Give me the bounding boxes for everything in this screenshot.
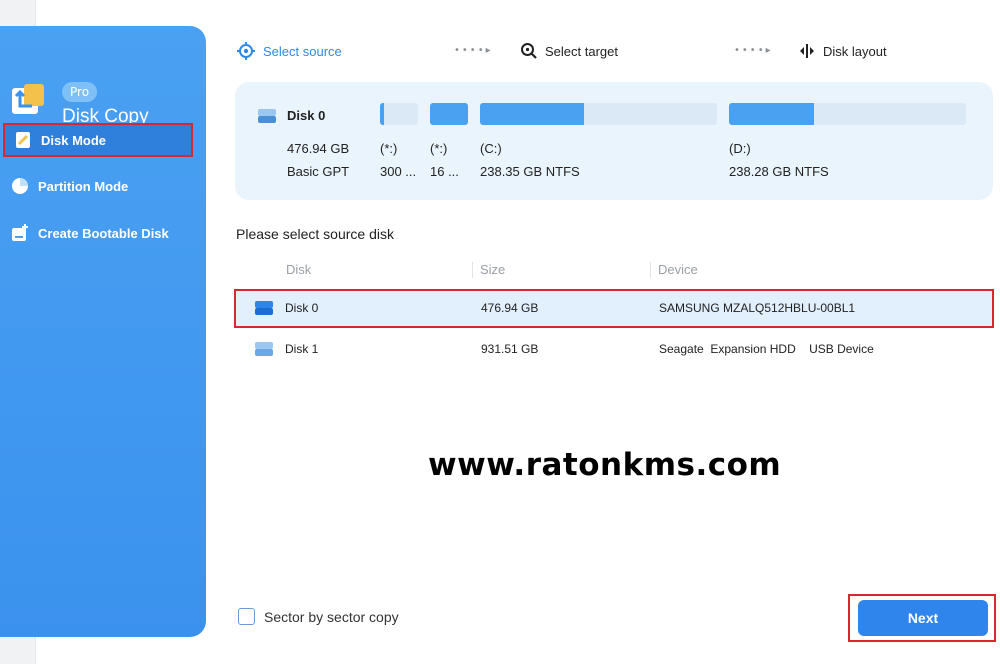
disk-mode-icon (16, 132, 30, 148)
step-select-target[interactable]: Select target (520, 36, 618, 66)
column-divider[interactable] (472, 262, 473, 278)
step-label: Select target (545, 43, 618, 59)
sidebar: Pro Disk Copy Disk Mode Partition Mode C… (0, 26, 206, 637)
search-target-icon (521, 43, 537, 59)
target-icon (237, 42, 255, 60)
brand: Pro Disk Copy (8, 56, 198, 127)
partition-bar[interactable] (380, 103, 418, 125)
column-divider[interactable] (650, 262, 651, 278)
size-cell: 931.51 GB (481, 342, 539, 356)
disk-size: 476.94 GB (287, 141, 350, 156)
disk-style: Basic GPT (287, 164, 350, 179)
watermark-text: www.ratonkms.com (428, 447, 782, 483)
disk-icon (254, 300, 274, 319)
partition-info: 300 ... (380, 164, 417, 179)
step-separator: ••••▸ (734, 45, 773, 56)
disk-icon (257, 108, 277, 128)
size-cell: 476.94 GB (481, 301, 539, 315)
pro-badge: Pro (62, 82, 98, 102)
sidebar-item-label: Create Bootable Disk (38, 225, 169, 241)
sidebar-item-create-bootable-disk[interactable]: Create Bootable Disk (0, 216, 206, 250)
table-row[interactable]: Disk 1 931.51 GB Seagate Expansion HDD U… (234, 330, 994, 369)
partition-label: (C:) (480, 141, 502, 156)
device-cell: SAMSUNG MZALQ512HBLU-00BL1 (659, 301, 856, 315)
disk-cell: Disk 0 (285, 301, 319, 315)
step-separator: ••••▸ (454, 45, 493, 56)
partition-info: 238.35 GB NTFS (480, 164, 580, 179)
checkbox-label: Sector by sector copy (264, 608, 399, 625)
source-disk-map: Disk 0 476.94 GB Basic GPT (*:) (*:) (C:… (235, 82, 993, 200)
partition-info: 238.28 GB NTFS (729, 164, 829, 179)
table-header: Disk Size Device (236, 258, 996, 282)
column-header-device[interactable]: Device (658, 262, 698, 277)
checkbox-box[interactable] (238, 608, 255, 625)
next-button[interactable]: Next (858, 600, 988, 636)
sidebar-item-label: Partition Mode (38, 178, 129, 194)
step-select-source[interactable]: Select source (236, 36, 342, 66)
device-cell: Seagate Expansion HDD USB Device (659, 342, 874, 356)
disk-name: Disk 0 (287, 108, 326, 123)
partition-bar[interactable] (430, 103, 468, 125)
step-disk-layout[interactable]: Disk layout (798, 36, 887, 66)
partition-label: (*:) (430, 141, 448, 156)
disk-cell: Disk 1 (285, 342, 319, 356)
sidebar-item-label: Disk Mode (41, 132, 107, 148)
step-label: Select source (263, 43, 342, 59)
source-section-title: Please select source disk (236, 226, 394, 242)
disk-icon (254, 341, 274, 360)
column-header-size[interactable]: Size (480, 262, 505, 277)
next-button-highlight: Next (848, 594, 996, 642)
bootable-disk-icon (12, 224, 28, 241)
sidebar-item-disk-mode[interactable]: Disk Mode (3, 123, 193, 157)
partition-label: (*:) (380, 141, 398, 156)
pie-chart-icon (12, 178, 28, 194)
disk-copy-logo-icon (10, 84, 46, 118)
partition-bar[interactable] (729, 103, 966, 125)
table-row[interactable]: Disk 0 476.94 GB SAMSUNG MZALQ512HBLU-00… (234, 289, 994, 328)
wizard-steps: Select source ••••▸ Select target ••••▸ … (236, 36, 996, 66)
split-layout-icon (800, 44, 814, 58)
step-label: Disk layout (823, 43, 887, 59)
partition-label: (D:) (729, 141, 751, 156)
partition-bar[interactable] (480, 103, 717, 125)
partition-info: 16 ... (430, 164, 459, 179)
column-header-disk[interactable]: Disk (286, 262, 311, 277)
sidebar-item-partition-mode[interactable]: Partition Mode (0, 169, 206, 203)
sector-by-sector-checkbox[interactable]: Sector by sector copy (238, 608, 399, 625)
